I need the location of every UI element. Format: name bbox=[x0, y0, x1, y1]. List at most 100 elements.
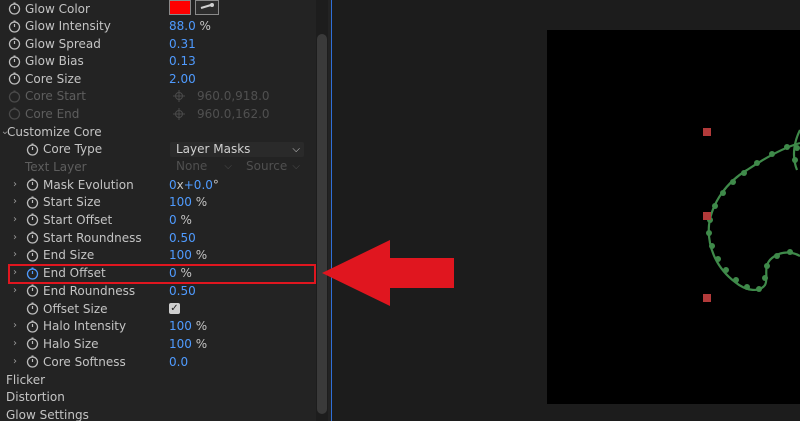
value-number[interactable]: 0 bbox=[169, 213, 177, 227]
chevron-right-icon[interactable]: › bbox=[10, 232, 20, 243]
halo-intensity-label: Halo Intensity bbox=[43, 319, 127, 334]
core-end-row: Core End 960.0,162.0 bbox=[0, 105, 314, 123]
stopwatch-icon[interactable] bbox=[8, 72, 21, 85]
stopwatch-icon[interactable] bbox=[8, 20, 21, 33]
stopwatch-icon[interactable] bbox=[26, 249, 39, 262]
core-type-dropdown[interactable]: Layer Masks ⌵ bbox=[170, 141, 304, 157]
core-softness-label: Core Softness bbox=[43, 354, 126, 369]
bounding-handle-middle[interactable] bbox=[703, 212, 711, 220]
stopwatch-icon[interactable] bbox=[8, 2, 21, 15]
value-number[interactable]: 100 bbox=[169, 248, 192, 262]
stopwatch-icon[interactable] bbox=[26, 355, 39, 368]
halo-size-row: › Halo Size 100 % bbox=[0, 335, 314, 353]
core-type-label: Core Type bbox=[43, 142, 103, 157]
glow-color-label: Glow Color bbox=[25, 1, 90, 16]
value-number[interactable]: 88.0 bbox=[169, 19, 196, 33]
end-roundness-label: End Roundness bbox=[43, 283, 136, 298]
glow-intensity-label: Glow Intensity bbox=[25, 19, 111, 34]
stopwatch-icon[interactable] bbox=[26, 231, 39, 244]
unit: % bbox=[195, 319, 208, 334]
bounding-handle-top[interactable] bbox=[703, 128, 711, 136]
glow-spread-value[interactable]: 0.31 bbox=[169, 37, 196, 51]
mask-path-graphic bbox=[703, 128, 800, 302]
glow-settings-label: Glow Settings bbox=[6, 407, 89, 421]
source-selected: Source bbox=[246, 159, 288, 173]
start-offset-value[interactable]: 0 % bbox=[169, 213, 192, 227]
glow-bias-row: Glow Bias 0.13 bbox=[0, 53, 314, 71]
end-size-value[interactable]: 100 % bbox=[169, 248, 207, 262]
scrollbar-thumb[interactable] bbox=[317, 34, 327, 414]
mask-path[interactable] bbox=[707, 141, 800, 291]
core-size-value[interactable]: 2.00 bbox=[169, 72, 196, 86]
eyedropper-icon[interactable] bbox=[195, 0, 219, 15]
end-offset-highlight bbox=[8, 264, 316, 284]
chevron-right-icon[interactable]: › bbox=[10, 197, 20, 207]
core-softness-row: › Core Softness 0.0 bbox=[0, 353, 314, 371]
unit: % bbox=[195, 248, 208, 263]
customize-core-label: Customize Core bbox=[7, 124, 102, 139]
stopwatch-icon[interactable] bbox=[26, 320, 39, 333]
core-type-row: Core Type Layer Masks ⌵ bbox=[0, 141, 314, 159]
halo-size-label: Halo Size bbox=[43, 336, 99, 351]
bounding-handle-bottom[interactable] bbox=[703, 294, 711, 302]
stopwatch-icon[interactable] bbox=[26, 178, 39, 191]
start-size-value[interactable]: 100 % bbox=[169, 195, 207, 209]
glow-spread-row: Glow Spread 0.31 bbox=[0, 35, 314, 53]
composition-canvas[interactable] bbox=[547, 30, 800, 404]
stopwatch-icon[interactable] bbox=[26, 196, 39, 209]
unit: % bbox=[199, 19, 211, 34]
degrees[interactable]: +0.0 bbox=[184, 178, 213, 192]
chevron-right-icon[interactable]: › bbox=[10, 356, 20, 367]
chevron-right-icon[interactable]: › bbox=[10, 321, 20, 331]
core-end-label: Core End bbox=[25, 106, 80, 121]
crosshair-icon bbox=[173, 107, 185, 120]
value-number[interactable]: 100 bbox=[169, 319, 192, 333]
stopwatch-icon[interactable] bbox=[26, 143, 39, 156]
chevron-down-icon: ⌵ bbox=[292, 161, 300, 172]
offset-size-row: Offset Size ✓ bbox=[0, 300, 314, 318]
glow-settings-group[interactable]: Glow Settings bbox=[0, 406, 314, 421]
halo-intensity-value[interactable]: 100 % bbox=[169, 319, 207, 333]
stopwatch-icon[interactable] bbox=[26, 302, 39, 315]
value-number[interactable]: 100 bbox=[169, 195, 192, 209]
core-type-selected: Layer Masks bbox=[176, 141, 251, 156]
core-softness-value[interactable]: 0.0 bbox=[169, 355, 188, 369]
text-layer-dropdown: None ⌵ bbox=[170, 159, 236, 174]
core-start-row: Core Start 960.0,918.0 bbox=[0, 88, 314, 106]
unit: % bbox=[195, 336, 208, 351]
customize-core-group[interactable]: ⌄ Customize Core bbox=[0, 123, 314, 141]
mask-evolution-label: Mask Evolution bbox=[43, 177, 134, 192]
stopwatch-icon[interactable] bbox=[26, 337, 39, 350]
chevron-right-icon[interactable]: › bbox=[10, 179, 20, 190]
core-size-row: Core Size 2.00 bbox=[0, 70, 314, 88]
glow-intensity-value[interactable]: 88.0 % bbox=[169, 19, 211, 33]
crosshair-icon bbox=[173, 90, 185, 103]
offset-size-checkbox[interactable]: ✓ bbox=[169, 303, 180, 315]
stopwatch-icon[interactable] bbox=[8, 55, 21, 68]
distortion-group[interactable]: Distortion bbox=[0, 389, 314, 407]
glow-color-swatch[interactable] bbox=[169, 0, 191, 15]
value-number[interactable]: 100 bbox=[169, 337, 192, 351]
text-layer-selected: None bbox=[176, 159, 208, 173]
unit: % bbox=[195, 195, 208, 210]
start-roundness-value[interactable]: 0.50 bbox=[169, 231, 196, 245]
end-roundness-value[interactable]: 0.50 bbox=[169, 284, 196, 298]
stopwatch-icon[interactable] bbox=[26, 213, 39, 226]
stopwatch-icon[interactable] bbox=[26, 284, 39, 297]
flicker-group[interactable]: Flicker bbox=[0, 371, 314, 389]
halo-size-value[interactable]: 100 % bbox=[169, 337, 207, 351]
stopwatch-icon[interactable] bbox=[8, 37, 21, 50]
chevron-right-icon[interactable]: › bbox=[10, 285, 20, 296]
text-layer-label: Text Layer bbox=[25, 159, 87, 174]
glow-bias-value[interactable]: 0.13 bbox=[169, 54, 196, 68]
mask-evolution-value[interactable]: 0x+0.0° bbox=[169, 178, 219, 192]
chevron-down-icon: ⌵ bbox=[224, 161, 232, 172]
revolutions[interactable]: 0 bbox=[169, 178, 177, 192]
flicker-label: Flicker bbox=[6, 372, 46, 387]
chevron-right-icon[interactable]: › bbox=[10, 250, 20, 260]
chevron-right-icon[interactable]: › bbox=[10, 214, 20, 225]
offset-size-label: Offset Size bbox=[43, 301, 108, 316]
end-roundness-row: › End Roundness 0.50 bbox=[0, 282, 314, 300]
chevron-right-icon[interactable]: › bbox=[10, 338, 20, 349]
core-start-label: Core Start bbox=[25, 89, 86, 104]
